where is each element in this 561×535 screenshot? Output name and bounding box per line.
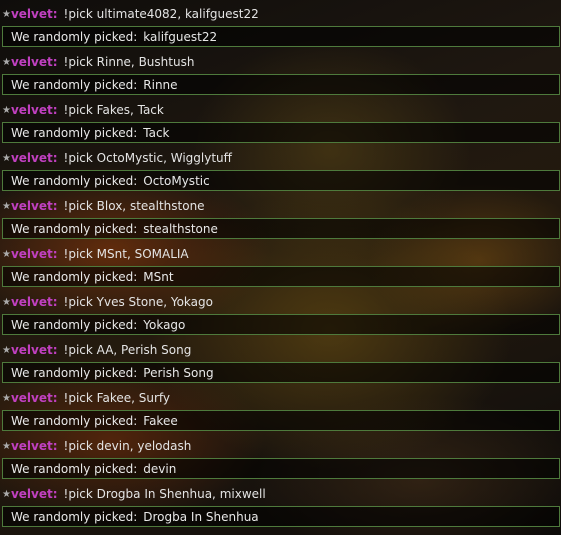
pick-result-box: We randomly picked: OctoMystic [2,170,560,191]
pick-result-value: stealthstone [143,221,218,236]
pick-result-value: kalifguest22 [143,29,218,44]
chat-message-text: !pick Fakee, Surfy [63,391,171,405]
pick-result-value: Perish Song [143,365,214,380]
chat-message: ★ velvet: !pick OctoMystic, Wigglytuff [0,146,561,170]
chat-message: ★ velvet: !pick Fakee, Surfy [0,386,561,410]
chat-message-text: !pick AA, Perish Song [63,343,192,357]
pick-result-label: We randomly picked: [11,221,138,236]
pick-result-label: We randomly picked: [11,461,138,476]
chat-message-text: !pick Drogba In Shenhua, mixwell [63,487,266,501]
chat-message: ★ velvet: !pick Fakes, Tack [0,98,561,122]
chat-message: ★ velvet: !pick Drogba In Shenhua, mixwe… [0,482,561,506]
pick-result-box: We randomly picked: Rinne [2,74,560,95]
chat-message-text: !pick MSnt, SOMALIA [63,247,189,261]
chat-message: ★ velvet: !pick Yves Stone, Yokago [0,290,561,314]
pick-result-label: We randomly picked: [11,509,138,524]
pick-result-label: We randomly picked: [11,125,138,140]
pick-result-box: We randomly picked: stealthstone [2,218,560,239]
star-icon: ★ [2,8,11,20]
pick-result-value: MSnt [143,269,174,284]
chat-message-text: !pick ultimate4082, kalifguest22 [63,7,259,21]
chat-message: ★ velvet: !pick devin, yelodash [0,434,561,458]
chat-message: ★ velvet: !pick ultimate4082, kalifguest… [0,2,561,26]
star-icon: ★ [2,200,11,212]
star-icon: ★ [2,488,11,500]
star-icon: ★ [2,296,11,308]
pick-result-box: We randomly picked: MSnt [2,266,560,287]
pick-result-label: We randomly picked: [11,77,138,92]
star-icon: ★ [2,248,11,260]
star-icon: ★ [2,56,11,68]
pick-result-box: We randomly picked: Perish Song [2,362,560,383]
pick-result-value: Fakee [143,413,178,428]
chat-message: ★ velvet: !pick MSnt, SOMALIA [0,242,561,266]
chat-username[interactable]: velvet: [11,439,58,453]
chat-username[interactable]: velvet: [11,55,58,69]
chat-message-text: !pick Fakes, Tack [63,103,164,117]
chat-username[interactable]: velvet: [11,199,58,213]
chat-username[interactable]: velvet: [11,391,58,405]
chat-message-text: !pick Blox, stealthstone [63,199,205,213]
chat-username[interactable]: velvet: [11,7,58,21]
chat-message: ★ velvet: !pick Rinne, Bushtush [0,50,561,74]
chat-username[interactable]: velvet: [11,103,58,117]
pick-result-value: Tack [143,125,170,140]
pick-result-value: Yokago [143,317,186,332]
chat-message-text: !pick devin, yelodash [63,439,192,453]
chat-message-text: !pick Rinne, Bushtush [63,55,195,69]
pick-result-label: We randomly picked: [11,317,138,332]
chat-username[interactable]: velvet: [11,487,58,501]
chat-message-text: !pick OctoMystic, Wigglytuff [63,151,232,165]
pick-result-value: Drogba In Shenhua [143,509,259,524]
pick-result-box: We randomly picked: Yokago [2,314,560,335]
pick-result-box: We randomly picked: Tack [2,122,560,143]
star-icon: ★ [2,440,11,452]
pick-result-value: devin [143,461,177,476]
chat-message: ★ velvet: !pick AA, Perish Song [0,338,561,362]
chat-username[interactable]: velvet: [11,247,58,261]
chat-message: ★ velvet: !pick Blox, stealthstone [0,194,561,218]
chat-username[interactable]: velvet: [11,295,58,309]
chat-log[interactable]: ★ velvet: !pick ultimate4082, kalifguest… [0,2,561,530]
pick-result-box: We randomly picked: devin [2,458,560,479]
chat-message-text: !pick Yves Stone, Yokago [63,295,213,309]
chat-username[interactable]: velvet: [11,343,58,357]
star-icon: ★ [2,152,11,164]
pick-result-label: We randomly picked: [11,269,138,284]
pick-result-label: We randomly picked: [11,173,138,188]
pick-result-box: We randomly picked: Fakee [2,410,560,431]
pick-result-value: OctoMystic [143,173,210,188]
pick-result-label: We randomly picked: [11,413,138,428]
pick-result-value: Rinne [143,77,178,92]
pick-result-label: We randomly picked: [11,29,138,44]
star-icon: ★ [2,344,11,356]
pick-result-box: We randomly picked: kalifguest22 [2,26,560,47]
chat-username[interactable]: velvet: [11,151,58,165]
pick-result-box: We randomly picked: Drogba In Shenhua [2,506,560,527]
pick-result-label: We randomly picked: [11,365,138,380]
star-icon: ★ [2,392,11,404]
star-icon: ★ [2,104,11,116]
